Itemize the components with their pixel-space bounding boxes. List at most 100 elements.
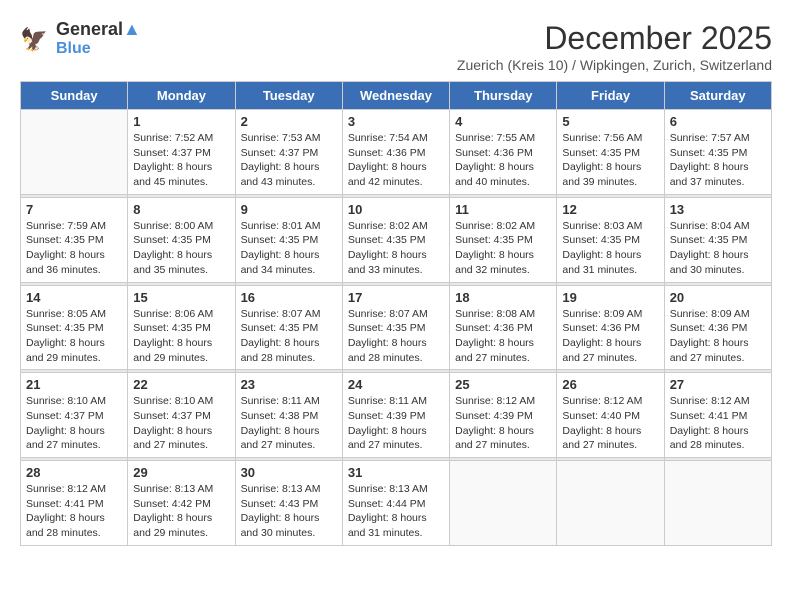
day-number: 23: [241, 377, 337, 392]
day-number: 7: [26, 202, 122, 217]
day-info: Sunrise: 8:12 AM Sunset: 4:39 PM Dayligh…: [455, 394, 551, 453]
day-number: 25: [455, 377, 551, 392]
day-number: 24: [348, 377, 444, 392]
day-info: Sunrise: 8:07 AM Sunset: 4:35 PM Dayligh…: [241, 307, 337, 366]
day-info: Sunrise: 8:06 AM Sunset: 4:35 PM Dayligh…: [133, 307, 229, 366]
day-info: Sunrise: 8:12 AM Sunset: 4:40 PM Dayligh…: [562, 394, 658, 453]
day-info: Sunrise: 8:13 AM Sunset: 4:43 PM Dayligh…: [241, 482, 337, 541]
calendar-cell: 2 Sunrise: 7:53 AM Sunset: 4:37 PM Daylig…: [235, 110, 342, 195]
day-info: Sunrise: 7:56 AM Sunset: 4:35 PM Dayligh…: [562, 131, 658, 190]
calendar-cell: 22 Sunrise: 8:10 AM Sunset: 4:37 PM Dayli…: [128, 373, 235, 458]
weekday-header-thursday: Thursday: [450, 82, 557, 110]
svg-text:🦅: 🦅: [20, 26, 48, 52]
calendar-cell: [21, 110, 128, 195]
day-number: 29: [133, 465, 229, 480]
calendar-cell: 13Sunrise: 8:04 AM Sunset: 4:35 PM Dayli…: [664, 197, 771, 282]
day-number: 4: [455, 114, 551, 129]
calendar-cell: 26 Sunrise: 8:12 AM Sunset: 4:40 PM Dayli…: [557, 373, 664, 458]
day-info: Sunrise: 8:03 AM Sunset: 4:35 PM Dayligh…: [562, 219, 658, 278]
day-info: Sunrise: 7:57 AM Sunset: 4:35 PM Dayligh…: [670, 131, 766, 190]
day-info: Sunrise: 8:02 AM Sunset: 4:35 PM Dayligh…: [455, 219, 551, 278]
subtitle: Zuerich (Kreis 10) / Wipkingen, Zurich, …: [457, 57, 772, 73]
weekday-header-saturday: Saturday: [664, 82, 771, 110]
day-number: 1: [133, 114, 229, 129]
calendar-cell: 5 Sunrise: 7:56 AM Sunset: 4:35 PM Daylig…: [557, 110, 664, 195]
day-number: 6: [670, 114, 766, 129]
calendar-cell: [664, 461, 771, 546]
day-info: Sunrise: 8:10 AM Sunset: 4:37 PM Dayligh…: [26, 394, 122, 453]
calendar-table: SundayMondayTuesdayWednesdayThursdayFrid…: [20, 81, 772, 546]
calendar-week-row: 14 Sunrise: 8:05 AM Sunset: 4:35 PM Dayli…: [21, 285, 772, 370]
day-number: 15: [133, 290, 229, 305]
calendar-cell: 17 Sunrise: 8:07 AM Sunset: 4:35 PM Dayli…: [342, 285, 449, 370]
calendar-cell: 8Sunrise: 8:00 AM Sunset: 4:35 PM Daylig…: [128, 197, 235, 282]
day-number: 2: [241, 114, 337, 129]
calendar-cell: [450, 461, 557, 546]
calendar-cell: 6 Sunrise: 7:57 AM Sunset: 4:35 PM Daylig…: [664, 110, 771, 195]
day-info: Sunrise: 8:01 AM Sunset: 4:35 PM Dayligh…: [241, 219, 337, 278]
calendar-cell: 12 Sunrise: 8:03 AM Sunset: 4:35 PM Dayli…: [557, 197, 664, 282]
day-number: 21: [26, 377, 122, 392]
calendar-cell: 9Sunrise: 8:01 AM Sunset: 4:35 PM Daylig…: [235, 197, 342, 282]
title-area: December 2025 Zuerich (Kreis 10) / Wipki…: [457, 20, 772, 73]
calendar-cell: 1 Sunrise: 7:52 AM Sunset: 4:37 PM Daylig…: [128, 110, 235, 195]
calendar-cell: 16 Sunrise: 8:07 AM Sunset: 4:35 PM Dayli…: [235, 285, 342, 370]
day-info: Sunrise: 7:53 AM Sunset: 4:37 PM Dayligh…: [241, 131, 337, 190]
calendar-cell: 18Sunrise: 8:08 AM Sunset: 4:36 PM Dayli…: [450, 285, 557, 370]
day-info: Sunrise: 8:02 AM Sunset: 4:35 PM Dayligh…: [348, 219, 444, 278]
day-number: 20: [670, 290, 766, 305]
day-number: 12: [562, 202, 658, 217]
day-number: 17: [348, 290, 444, 305]
weekday-header-monday: Monday: [128, 82, 235, 110]
day-info: Sunrise: 8:05 AM Sunset: 4:35 PM Dayligh…: [26, 307, 122, 366]
calendar-week-row: 21 Sunrise: 8:10 AM Sunset: 4:37 PM Dayli…: [21, 373, 772, 458]
day-number: 10: [348, 202, 444, 217]
day-info: Sunrise: 7:52 AM Sunset: 4:37 PM Dayligh…: [133, 131, 229, 190]
day-number: 3: [348, 114, 444, 129]
day-number: 14: [26, 290, 122, 305]
day-number: 27: [670, 377, 766, 392]
day-info: Sunrise: 8:11 AM Sunset: 4:39 PM Dayligh…: [348, 394, 444, 453]
calendar-cell: 25 Sunrise: 8:12 AM Sunset: 4:39 PM Dayli…: [450, 373, 557, 458]
calendar-cell: 24 Sunrise: 8:11 AM Sunset: 4:39 PM Dayli…: [342, 373, 449, 458]
day-info: Sunrise: 7:54 AM Sunset: 4:36 PM Dayligh…: [348, 131, 444, 190]
day-number: 31: [348, 465, 444, 480]
day-number: 5: [562, 114, 658, 129]
day-number: 16: [241, 290, 337, 305]
day-number: 26: [562, 377, 658, 392]
day-info: Sunrise: 8:12 AM Sunset: 4:41 PM Dayligh…: [670, 394, 766, 453]
weekday-header-tuesday: Tuesday: [235, 82, 342, 110]
day-info: Sunrise: 8:07 AM Sunset: 4:35 PM Dayligh…: [348, 307, 444, 366]
weekday-header-row: SundayMondayTuesdayWednesdayThursdayFrid…: [21, 82, 772, 110]
weekday-header-wednesday: Wednesday: [342, 82, 449, 110]
day-info: Sunrise: 8:10 AM Sunset: 4:37 PM Dayligh…: [133, 394, 229, 453]
calendar-week-row: 7Sunrise: 7:59 AM Sunset: 4:35 PM Daylig…: [21, 197, 772, 282]
day-info: Sunrise: 8:09 AM Sunset: 4:36 PM Dayligh…: [670, 307, 766, 366]
day-number: 11: [455, 202, 551, 217]
month-title: December 2025: [457, 20, 772, 57]
calendar-cell: [557, 461, 664, 546]
calendar-cell: 27 Sunrise: 8:12 AM Sunset: 4:41 PM Dayli…: [664, 373, 771, 458]
day-info: Sunrise: 8:13 AM Sunset: 4:44 PM Dayligh…: [348, 482, 444, 541]
logo-icon: 🦅: [20, 23, 52, 55]
calendar-cell: 3 Sunrise: 7:54 AM Sunset: 4:36 PM Daylig…: [342, 110, 449, 195]
day-number: 22: [133, 377, 229, 392]
calendar-cell: 29 Sunrise: 8:13 AM Sunset: 4:42 PM Dayli…: [128, 461, 235, 546]
logo: 🦅 General▲ Blue: [20, 20, 141, 57]
day-info: Sunrise: 8:00 AM Sunset: 4:35 PM Dayligh…: [133, 219, 229, 278]
calendar-week-row: 1 Sunrise: 7:52 AM Sunset: 4:37 PM Daylig…: [21, 110, 772, 195]
calendar-cell: 4Sunrise: 7:55 AM Sunset: 4:36 PM Daylig…: [450, 110, 557, 195]
day-number: 30: [241, 465, 337, 480]
calendar-cell: 31 Sunrise: 8:13 AM Sunset: 4:44 PM Dayli…: [342, 461, 449, 546]
calendar-cell: 7Sunrise: 7:59 AM Sunset: 4:35 PM Daylig…: [21, 197, 128, 282]
calendar-cell: 15 Sunrise: 8:06 AM Sunset: 4:35 PM Dayli…: [128, 285, 235, 370]
calendar-cell: 30 Sunrise: 8:13 AM Sunset: 4:43 PM Dayli…: [235, 461, 342, 546]
day-info: Sunrise: 8:12 AM Sunset: 4:41 PM Dayligh…: [26, 482, 122, 541]
weekday-header-friday: Friday: [557, 82, 664, 110]
day-number: 19: [562, 290, 658, 305]
day-info: Sunrise: 8:13 AM Sunset: 4:42 PM Dayligh…: [133, 482, 229, 541]
calendar-cell: 23 Sunrise: 8:11 AM Sunset: 4:38 PM Dayli…: [235, 373, 342, 458]
calendar-week-row: 28Sunrise: 8:12 AM Sunset: 4:41 PM Dayli…: [21, 461, 772, 546]
day-info: Sunrise: 8:09 AM Sunset: 4:36 PM Dayligh…: [562, 307, 658, 366]
day-info: Sunrise: 8:11 AM Sunset: 4:38 PM Dayligh…: [241, 394, 337, 453]
